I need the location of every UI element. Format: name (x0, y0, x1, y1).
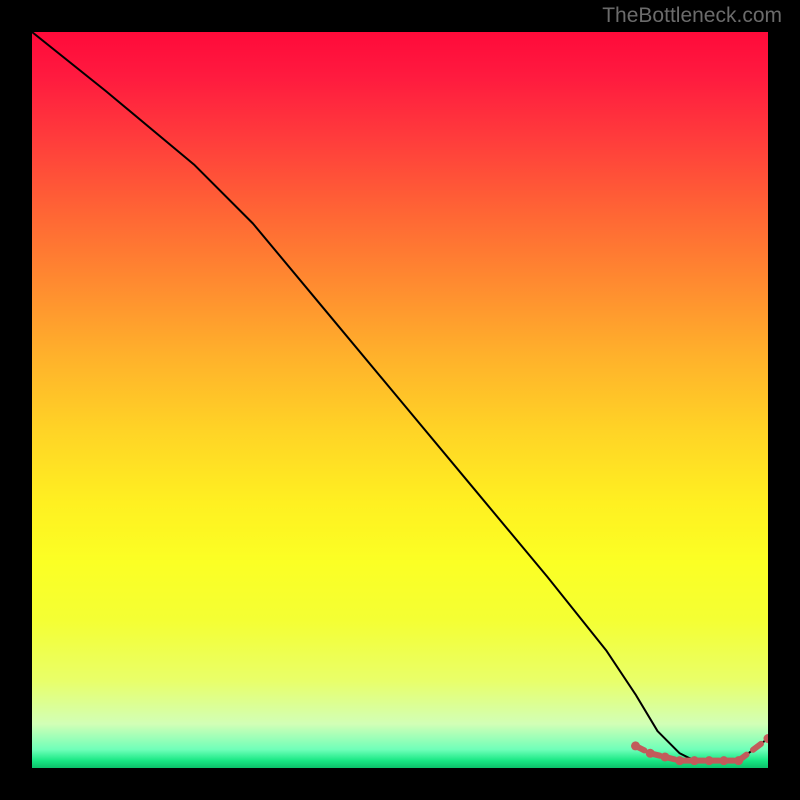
bottleneck-curve-line (32, 32, 768, 761)
watermark-text: TheBottleneck.com (602, 4, 782, 28)
marker-band-group (631, 734, 768, 765)
marker-dot (660, 752, 669, 761)
chart-overlay (32, 32, 768, 768)
marker-dot (631, 741, 640, 750)
marker-dot (705, 756, 714, 765)
marker-dot (675, 756, 684, 765)
marker-dot (690, 756, 699, 765)
marker-dot (719, 756, 728, 765)
marker-dot (734, 756, 743, 765)
marker-dot (646, 749, 655, 758)
